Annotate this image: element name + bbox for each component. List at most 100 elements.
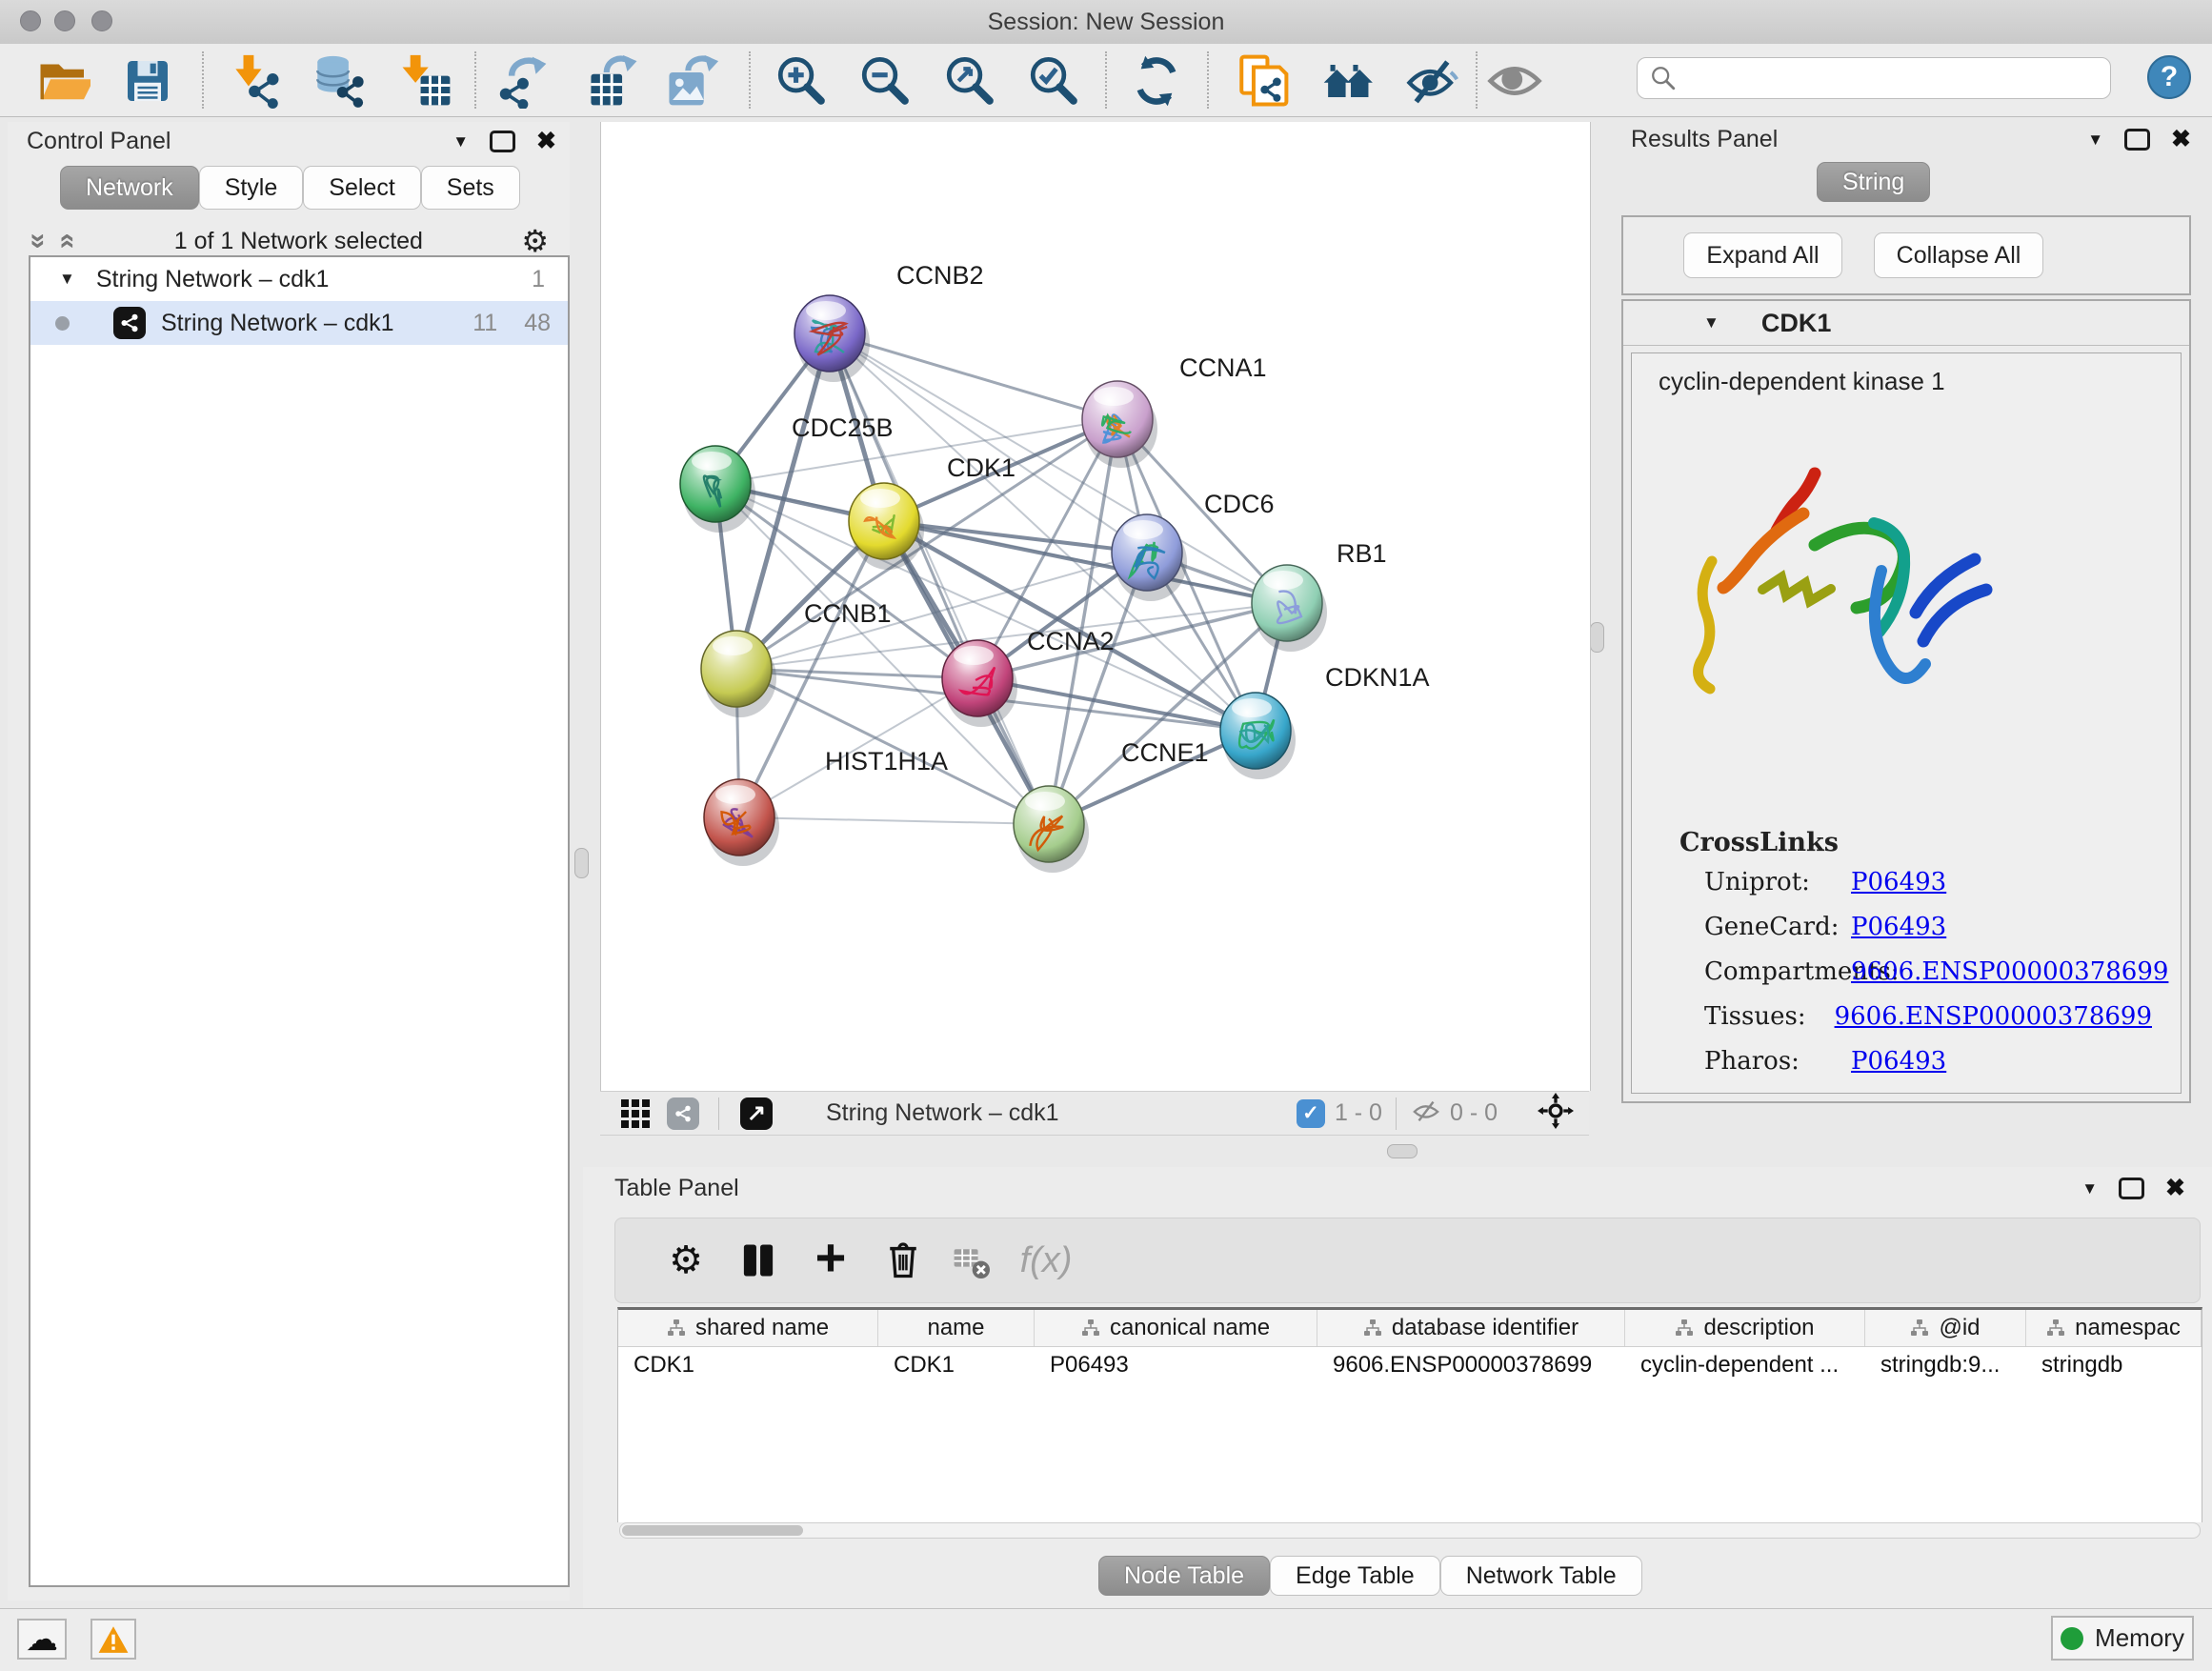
panel-menu-icon[interactable]: ▼ xyxy=(2081,1179,2098,1198)
save-session-icon[interactable] xyxy=(120,53,175,109)
expand-all-button[interactable]: Expand All xyxy=(1683,232,1842,278)
hide-visibility-icon[interactable] xyxy=(1404,53,1459,109)
cloud-icon[interactable]: ☁ xyxy=(17,1619,67,1660)
string-view-share-icon[interactable] xyxy=(667,1097,699,1130)
zoom-fit-icon[interactable] xyxy=(942,53,997,109)
selected-checkbox-icon[interactable]: ✓ xyxy=(1297,1099,1325,1128)
grid-view-icon[interactable] xyxy=(621,1099,650,1128)
zoom-in-icon[interactable] xyxy=(774,53,829,109)
panel-close-icon[interactable]: ✖ xyxy=(2171,128,2191,151)
table-cell[interactable]: stringdb:9... xyxy=(1865,1352,2026,1379)
tree-expand-icon[interactable]: ▼ xyxy=(59,270,75,289)
panel-float-icon[interactable] xyxy=(2124,129,2150,151)
network-collection-row[interactable]: ▼ String Network – cdk1 1 xyxy=(30,257,568,301)
refresh-icon[interactable] xyxy=(1129,53,1184,109)
table-cell[interactable]: CDK1 xyxy=(878,1352,1035,1379)
tab-string[interactable]: String xyxy=(1817,162,1930,202)
delete-table-icon[interactable] xyxy=(941,1230,1002,1291)
tab-edge-table[interactable]: Edge Table xyxy=(1270,1556,1440,1596)
network-row-selected[interactable]: String Network – cdk1 11 48 xyxy=(30,301,568,345)
show-columns-icon[interactable] xyxy=(728,1230,789,1291)
search-input[interactable] xyxy=(1637,57,2111,99)
open-in-window-icon[interactable]: ↗ xyxy=(740,1097,773,1130)
column-header-shared-name[interactable]: shared name xyxy=(618,1310,878,1346)
export-image-icon[interactable] xyxy=(664,53,719,109)
tab-sets[interactable]: Sets xyxy=(421,166,520,210)
panel-float-icon[interactable] xyxy=(490,131,515,152)
table-horizontal-scrollbar[interactable] xyxy=(619,1522,2201,1539)
edge-CCNA1-CDC25B[interactable] xyxy=(715,419,1117,484)
export-table-icon[interactable] xyxy=(586,53,641,109)
panel-float-icon[interactable] xyxy=(2119,1178,2144,1199)
panel-menu-icon[interactable]: ▼ xyxy=(452,132,469,151)
column-header-description[interactable]: description xyxy=(1625,1310,1865,1346)
table-cell[interactable]: cyclin-dependent ... xyxy=(1625,1352,1865,1379)
crosslink-value-link[interactable]: P06493 xyxy=(1851,1047,1946,1076)
panel-close-icon[interactable]: ✖ xyxy=(536,130,556,153)
tab-style[interactable]: Style xyxy=(199,166,304,210)
crosslink-value-link[interactable]: P06493 xyxy=(1851,868,1946,896)
tab-network[interactable]: Network xyxy=(60,166,199,210)
network-node-ccne1[interactable]: CCNE1 xyxy=(1014,738,1209,873)
network-node-rb1[interactable]: RB1 xyxy=(1252,539,1387,652)
expand-all-icon[interactable]: « xyxy=(53,233,82,250)
warning-icon[interactable] xyxy=(90,1619,136,1660)
string-home-icon[interactable] xyxy=(1322,53,1377,109)
tab-select[interactable]: Select xyxy=(303,166,420,210)
import-network-database-icon[interactable] xyxy=(311,53,366,109)
edge-CCNB2-CCNA1[interactable] xyxy=(830,333,1117,419)
edge-CCNE1-HIST1H1A[interactable] xyxy=(739,817,1049,824)
table-cell[interactable]: stringdb xyxy=(2026,1352,2202,1379)
import-table-icon[interactable] xyxy=(398,53,453,109)
scrollbar-thumb[interactable] xyxy=(622,1525,803,1536)
crosslink-value-link[interactable]: 9606.ENSP00000378699 xyxy=(1835,1002,2152,1031)
import-network-file-icon[interactable] xyxy=(230,53,285,109)
panel-close-icon[interactable]: ✖ xyxy=(2165,1177,2185,1200)
zoom-out-icon[interactable] xyxy=(857,53,913,109)
export-network-icon[interactable] xyxy=(494,53,550,109)
crosslink-value-link[interactable]: 9606.ENSP00000378699 xyxy=(1851,957,2168,986)
table-cell[interactable]: CDK1 xyxy=(618,1352,878,1379)
hidden-eye-icon[interactable] xyxy=(1410,1097,1442,1130)
create-column-icon[interactable]: + xyxy=(800,1226,861,1295)
tab-node-table[interactable]: Node Table xyxy=(1098,1556,1270,1596)
column-header-canonical-name[interactable]: canonical name xyxy=(1035,1310,1317,1346)
network-graph[interactable]: CCNB2CCNA1CDC25BCDK1CDC6RB1CCNB1CCNA2CDK… xyxy=(601,122,1590,1091)
network-node-cdk1[interactable]: CDK1 xyxy=(849,453,1016,570)
pan-crosshair-icon[interactable] xyxy=(1538,1093,1574,1134)
copy-style-icon[interactable] xyxy=(1235,53,1290,109)
column-header--id[interactable]: @id xyxy=(1865,1310,2026,1346)
search-field[interactable] xyxy=(1685,64,2110,92)
horizontal-splitter-handle[interactable] xyxy=(1387,1144,1418,1158)
table-row[interactable]: CDK1CDK1P064939606.ENSP00000378699cyclin… xyxy=(618,1347,2202,1382)
network-node-hist1h1a[interactable]: HIST1H1A xyxy=(704,747,948,866)
left-splitter-handle[interactable] xyxy=(574,848,589,878)
right-splitter-handle[interactable] xyxy=(1590,622,1604,653)
panel-menu-icon[interactable]: ▼ xyxy=(2087,131,2103,150)
zoom-selected-icon[interactable] xyxy=(1026,53,1081,109)
crosslink-value-link[interactable]: P06493 xyxy=(1851,913,1946,941)
delete-column-icon[interactable] xyxy=(873,1230,934,1291)
help-icon[interactable]: ? xyxy=(2147,55,2191,99)
network-options-gear-icon[interactable]: ⚙ xyxy=(521,223,549,259)
edge-CCNA2-CDKN1A[interactable] xyxy=(977,678,1256,731)
network-node-cdkn1a[interactable]: CDKN1A xyxy=(1220,663,1430,779)
table-cell[interactable]: P06493 xyxy=(1035,1352,1317,1379)
network-canvas[interactable]: CCNB2CCNA1CDC25BCDK1CDC6RB1CCNB1CCNA2CDK… xyxy=(600,122,1591,1091)
column-header-name[interactable]: name xyxy=(878,1310,1035,1346)
table-options-gear-icon[interactable]: ⚙ xyxy=(655,1230,716,1291)
open-file-icon[interactable] xyxy=(36,53,91,109)
column-header-namespac[interactable]: namespac xyxy=(2026,1310,2202,1346)
tab-network-table[interactable]: Network Table xyxy=(1440,1556,1642,1596)
table-cell[interactable]: 9606.ENSP00000378699 xyxy=(1317,1352,1625,1379)
collapse-all-button[interactable]: Collapse All xyxy=(1874,232,2043,278)
column-header-database-identifier[interactable]: database identifier xyxy=(1317,1310,1625,1346)
entry-header[interactable]: ▼ CDK1 xyxy=(1623,301,2189,346)
network-node-ccnb2[interactable]: CCNB2 xyxy=(794,261,984,382)
collapse-all-icon[interactable]: » xyxy=(24,233,52,250)
network-node-ccna1[interactable]: CCNA1 xyxy=(1082,353,1267,468)
entry-collapse-icon[interactable]: ▼ xyxy=(1703,313,1719,332)
function-builder-icon[interactable]: f(x) xyxy=(1016,1230,1076,1291)
memory-button[interactable]: Memory xyxy=(2051,1616,2194,1661)
show-visibility-icon[interactable] xyxy=(1487,53,1542,109)
